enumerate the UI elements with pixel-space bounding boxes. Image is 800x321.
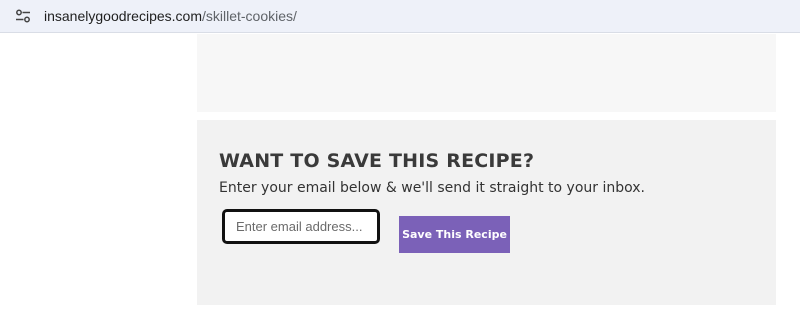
- save-recipe-button[interactable]: Save This Recipe: [399, 216, 510, 253]
- save-recipe-subtitle: Enter your email below & we'll send it s…: [219, 180, 645, 196]
- browser-address-bar: insanelygoodrecipes.com/skillet-cookies/: [0, 0, 800, 33]
- save-recipe-title: WANT TO SAVE THIS RECIPE?: [219, 150, 535, 172]
- tune-icon: [16, 9, 30, 23]
- site-settings-button[interactable]: [11, 5, 35, 27]
- url-path: /skillet-cookies/: [201, 8, 297, 24]
- save-recipe-box: WANT TO SAVE THIS RECIPE? Enter your ema…: [197, 120, 776, 305]
- content-placeholder-block: [197, 34, 776, 112]
- url-domain: insanelygoodrecipes.com: [44, 8, 202, 24]
- url-field[interactable]: insanelygoodrecipes.com/skillet-cookies/: [44, 8, 297, 24]
- email-address-input[interactable]: [222, 209, 380, 244]
